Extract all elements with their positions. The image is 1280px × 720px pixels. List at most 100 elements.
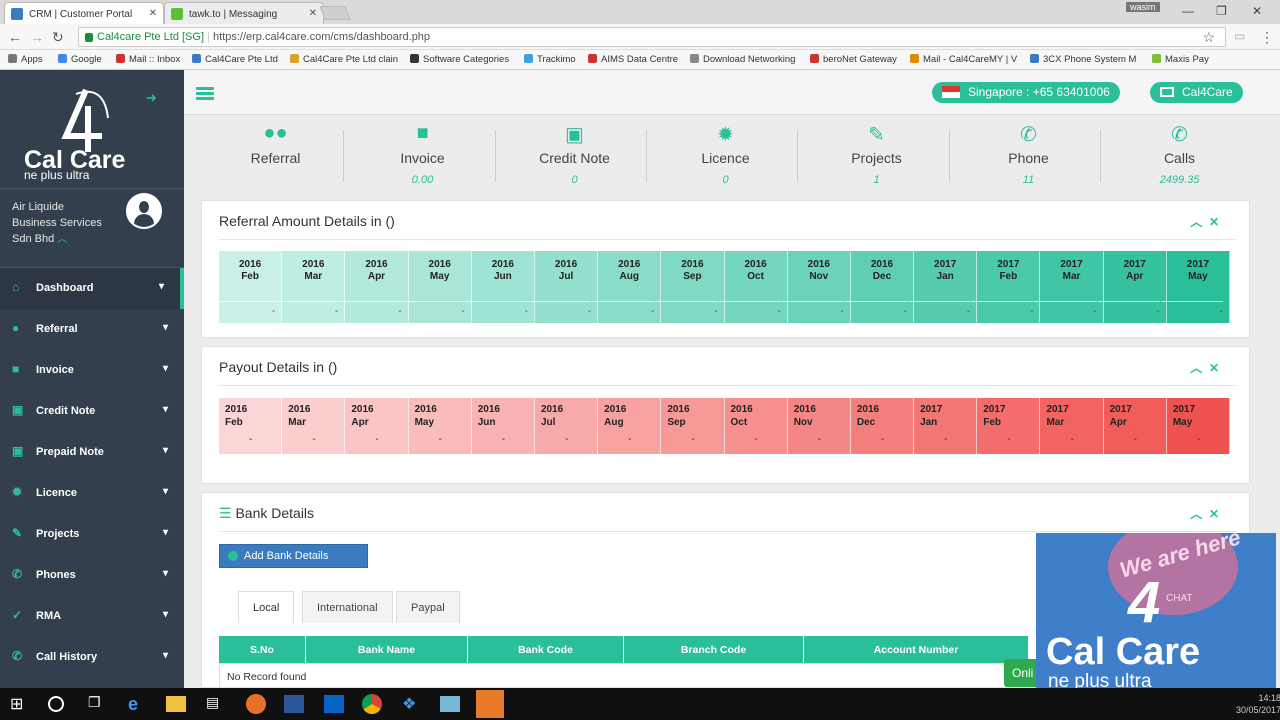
collapse-icon[interactable]: ︿ — [1190, 215, 1202, 229]
month-cell: 2017 Jan - — [914, 398, 978, 454]
month-cell: 2016 Dec - — [850, 398, 915, 454]
stat-credit-note[interactable]: ▣ Credit Note 0 — [499, 116, 650, 196]
back-icon[interactable]: ← — [8, 29, 22, 45]
stat-label: Referral — [250, 150, 301, 166]
column-header[interactable]: S.No — [219, 636, 306, 663]
close-icon[interactable]: ✕ — [1209, 507, 1219, 521]
column-header[interactable]: Bank Code — [468, 636, 624, 663]
bookmark-item[interactable]: Download Networking — [690, 54, 795, 65]
sidebar-item-projects[interactable]: ✎ Projects ▾ — [0, 514, 184, 555]
stat-invoice[interactable]: ■ Invoice 0.00 — [347, 116, 498, 196]
email-contact-pill[interactable]: Cal4Care — [1150, 82, 1243, 103]
sidebar-item-licence[interactable]: ✹ Licence ▾ — [0, 473, 184, 514]
bookmarks-bar: Apps Google Mail :: Inbox Cal4Care Pte L… — [0, 50, 1280, 70]
logout-icon[interactable]: ➜ — [146, 90, 157, 106]
url-input[interactable]: Cal4care Pte Ltd [SG] | https://erp.cal4… — [78, 27, 1226, 47]
sidebar-item-call-history[interactable]: ✆ Call History ▾ — [0, 637, 184, 678]
app-icon[interactable] — [440, 696, 460, 712]
month-year: 2016 — [730, 404, 753, 415]
tab-paypal[interactable]: Paypal — [396, 591, 460, 623]
panel-title: Referral Amount Details in () — [219, 213, 395, 229]
collapse-icon[interactable]: ︿ — [1190, 507, 1202, 521]
close-icon[interactable]: ✕ — [1209, 215, 1219, 229]
month-year: 2017 — [1046, 404, 1069, 415]
bookmark-item[interactable]: Maxis Pay — [1152, 54, 1209, 65]
profile-user[interactable]: wasim — [1126, 2, 1160, 12]
sidebar-item-rma[interactable]: ✓ RMA ▾ — [0, 596, 184, 637]
stat-projects[interactable]: ✎ Projects 1 — [801, 116, 952, 196]
close-tab-icon[interactable]: ✕ — [149, 8, 157, 19]
sidebar-item-referral[interactable]: ● Referral ▾ — [0, 309, 184, 350]
bookmark-item[interactable]: Google — [58, 54, 102, 65]
store-icon[interactable]: ▤ — [206, 694, 226, 714]
file-explorer-icon[interactable] — [166, 696, 186, 712]
collapse-icon[interactable]: ︿ — [1190, 361, 1202, 375]
word-icon[interactable] — [284, 695, 304, 713]
bookmark-item[interactable]: beroNet Gateway — [810, 54, 897, 65]
firefox-icon[interactable] — [246, 694, 266, 714]
month-value: - — [1070, 434, 1074, 445]
phone-contact-pill[interactable]: Singapore : +65 63401006 — [932, 82, 1120, 103]
panel-controls: ︿ ✕ — [1190, 505, 1219, 522]
bookmark-item[interactable]: Cal4Care Pte Ltd clain — [290, 54, 398, 65]
column-header[interactable]: Bank Name — [306, 636, 468, 663]
company-line: Air Liquide — [12, 201, 64, 213]
tab-title: tawk.to | Messaging — [189, 9, 278, 20]
stat-referral[interactable]: ●● Referral — [200, 116, 351, 196]
lock-icon — [85, 32, 93, 42]
bookmark-item[interactable]: Cal4Care Pte Ltd — [192, 54, 278, 65]
bookmark-item[interactable]: AIMS Data Centre — [588, 54, 678, 65]
stat-phone[interactable]: ✆ Phone 11 — [953, 116, 1104, 196]
new-tab-button[interactable] — [319, 6, 351, 20]
stat-licence[interactable]: ✹ Licence 0 — [650, 116, 801, 196]
task-view-icon[interactable]: ❐ — [88, 694, 108, 714]
outlook-icon[interactable] — [324, 695, 344, 713]
bookmark-item[interactable]: Trackimo — [524, 54, 576, 65]
sidebar-item-prepaid-note[interactable]: ▣ Prepaid Note ▾ — [0, 432, 184, 473]
close-icon[interactable]: ✕ — [1209, 361, 1219, 375]
hamburger-menu-icon[interactable] — [196, 87, 214, 101]
envelope-icon — [1160, 87, 1174, 97]
tab-international[interactable]: International — [302, 591, 393, 623]
column-header[interactable]: Account Number — [804, 636, 1029, 663]
sidebar-item-credit-note[interactable]: ▣ Credit Note ▾ — [0, 391, 184, 432]
sidebar-item-phones[interactable]: ✆ Phones ▾ — [0, 555, 184, 596]
close-tab-icon[interactable]: ✕ — [309, 8, 317, 19]
month-name: Nov — [809, 271, 829, 282]
avatar[interactable] — [126, 193, 162, 229]
forward-icon[interactable]: → — [30, 29, 44, 45]
menu-icon[interactable]: ⋮ — [1260, 29, 1274, 46]
month-year: 2017 — [1123, 259, 1146, 270]
stat-value: 0 — [722, 174, 729, 186]
sidebar-item-dashboard[interactable]: ⌂ Dashboard ▾ — [0, 268, 184, 309]
bookmark-star-icon[interactable]: ☆ — [1202, 29, 1215, 46]
edge-icon[interactable]: e — [128, 694, 148, 714]
column-header[interactable]: Branch Code — [624, 636, 804, 663]
minimize-icon[interactable]: — — [1182, 4, 1194, 18]
reload-icon[interactable]: ↻ — [52, 29, 64, 46]
sidebar-item-invoice[interactable]: ■ Invoice ▾ — [0, 350, 184, 391]
active-app-icon[interactable] — [476, 690, 504, 718]
close-window-icon[interactable]: ✕ — [1252, 4, 1262, 18]
bookmark-item[interactable]: Mail :: Inbox — [116, 54, 180, 65]
chrome-icon[interactable] — [362, 694, 382, 714]
add-bank-details-button[interactable]: Add Bank Details — [219, 544, 368, 568]
chevron-up-icon[interactable]: ︿ — [57, 234, 67, 245]
windows-start-icon[interactable]: ⊞ — [10, 694, 30, 714]
extension-icon[interactable]: ▭ — [1234, 29, 1245, 43]
month-name: Oct — [730, 417, 748, 428]
bookmark-item[interactable]: Apps — [8, 54, 43, 65]
company-line[interactable]: Sdn Bhd ︿ — [12, 231, 112, 248]
search-icon[interactable] — [48, 696, 64, 712]
system-clock[interactable]: 14:18 30/05/2017 — [1236, 692, 1280, 716]
month-cell: 2017 May - — [1166, 398, 1230, 454]
maximize-icon[interactable]: ❐ — [1216, 4, 1227, 18]
bookmark-item[interactable]: Software Categories — [410, 54, 509, 65]
dropbox-icon[interactable]: ❖ — [402, 694, 422, 714]
tab-crm[interactable]: CRM | Customer Portal ✕ — [4, 2, 164, 24]
tab-local[interactable]: Local — [238, 591, 295, 623]
stat-calls[interactable]: ✆ Calls 2499.35 — [1104, 116, 1255, 196]
bookmark-item[interactable]: Mail - Cal4CareMY | V — [910, 54, 1017, 65]
bookmark-item[interactable]: 3CX Phone System M — [1030, 54, 1136, 65]
tab-tawk[interactable]: tawk.to | Messaging ✕ — [164, 2, 324, 24]
